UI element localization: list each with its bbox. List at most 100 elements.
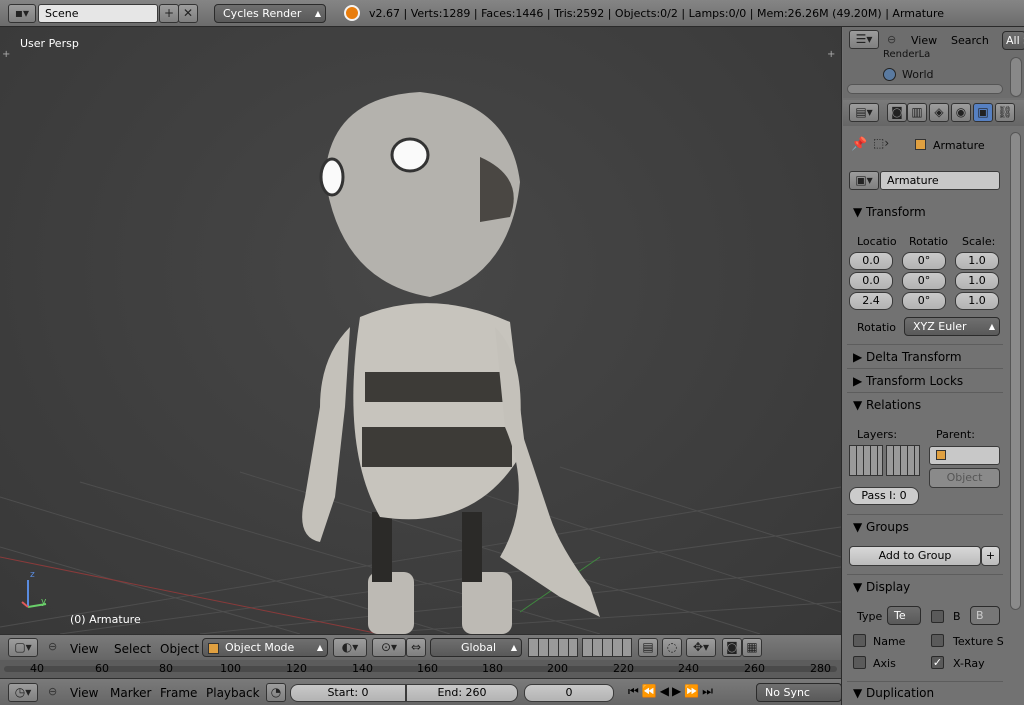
rotation-y-field[interactable]: 0° bbox=[902, 272, 946, 290]
location-z-field[interactable]: 2.4 bbox=[849, 292, 893, 310]
editor-type-button[interactable]: ▪▾ bbox=[8, 4, 36, 23]
scale-z-field[interactable]: 1.0 bbox=[955, 292, 999, 310]
menu-object[interactable]: Object bbox=[160, 642, 199, 656]
bounds-label: B bbox=[953, 610, 961, 623]
current-frame-field[interactable]: 0 bbox=[524, 684, 614, 702]
shading-button[interactable]: ◐▾ bbox=[333, 638, 367, 657]
rotation-mode-value: XYZ Euler bbox=[913, 320, 967, 333]
start-frame-field[interactable]: Start: 0 bbox=[290, 684, 406, 702]
display-type-dropdown[interactable]: Te bbox=[887, 606, 921, 625]
name-checkbox[interactable] bbox=[853, 634, 866, 647]
object-tab-icon[interactable]: ▣ bbox=[973, 103, 993, 122]
transform-header[interactable]: ▼ Transform bbox=[853, 205, 926, 219]
parent-type-dropdown[interactable]: Object bbox=[929, 468, 1000, 488]
playback-controls[interactable]: ⏮⏪◀▶⏩⏭ bbox=[628, 684, 748, 702]
object-layers-2[interactable] bbox=[886, 445, 920, 476]
add-to-group-button[interactable]: Add to Group bbox=[849, 546, 981, 566]
outliner-menu-view[interactable]: View bbox=[911, 34, 937, 47]
timeline-header: ◷▾ ⊖ View Marker Frame Playback ◔ Start:… bbox=[0, 678, 842, 705]
scene-tab-icon[interactable]: ◈ bbox=[929, 103, 949, 122]
constraints-tab-icon[interactable]: ⛓ bbox=[995, 103, 1015, 122]
duplication-header[interactable]: ▼ Duplication bbox=[853, 686, 934, 700]
outliner-menu-search[interactable]: Search bbox=[951, 34, 989, 47]
rotation-mode-label: Rotatio bbox=[857, 321, 897, 334]
viewport-scene bbox=[0, 92, 841, 634]
scale-x-field[interactable]: 1.0 bbox=[955, 252, 999, 270]
collapse-menu-icon[interactable]: ⊖ bbox=[887, 33, 896, 46]
region-plus-icon[interactable]: + bbox=[2, 49, 10, 60]
layer-buttons-1[interactable] bbox=[528, 638, 578, 657]
delta-transform-header[interactable]: ▶ Delta Transform bbox=[853, 350, 962, 364]
proportional-edit-icon[interactable]: ◌ bbox=[662, 638, 682, 657]
rotation-x-field[interactable]: 0° bbox=[902, 252, 946, 270]
render-engine-dropdown[interactable]: Cycles Render ▲ bbox=[214, 4, 326, 23]
menu-marker[interactable]: Marker bbox=[110, 686, 151, 700]
outliner-hscrollbar[interactable] bbox=[847, 84, 1003, 94]
scale-y-field[interactable]: 1.0 bbox=[955, 272, 999, 290]
pivot-button[interactable]: ⊙▾ bbox=[372, 638, 406, 657]
transform-locks-header[interactable]: ▶ Transform Locks bbox=[853, 374, 963, 388]
preview-range-icon[interactable]: ◔ bbox=[266, 683, 286, 702]
parent-label: Parent: bbox=[936, 428, 975, 441]
region-plus-icon-right[interactable]: + bbox=[827, 49, 835, 60]
timeline-ruler[interactable]: 40 60 80 100 120 140 160 180 200 220 240… bbox=[0, 660, 841, 678]
outliner-scrollbar[interactable] bbox=[1010, 57, 1022, 97]
pin-icon[interactable]: 📌 bbox=[851, 137, 867, 152]
axis-checkbox[interactable] bbox=[853, 656, 866, 669]
object-browse-button[interactable]: ▣▾ bbox=[849, 171, 879, 190]
layer-buttons-2[interactable] bbox=[582, 638, 632, 657]
world-tab-icon[interactable]: ◉ bbox=[951, 103, 971, 122]
editor-type-3d-button[interactable]: ▢▾ bbox=[8, 638, 38, 657]
menu-playback[interactable]: Playback bbox=[206, 686, 260, 700]
outliner-item-world[interactable]: World bbox=[902, 68, 934, 81]
add-scene-button[interactable]: + bbox=[159, 4, 179, 23]
outliner-filter-dropdown[interactable]: All S bbox=[1002, 31, 1024, 50]
location-x-field[interactable]: 0.0 bbox=[849, 252, 893, 270]
end-frame-field[interactable]: End: 260 bbox=[406, 684, 518, 702]
layers-tab-icon[interactable]: ▥ bbox=[907, 103, 927, 122]
divider bbox=[847, 392, 1003, 393]
3d-viewport[interactable]: User Persp + + z y (0) Armature bbox=[0, 27, 841, 634]
manipulator-toggle[interactable]: ⇔ bbox=[406, 638, 426, 657]
rotation-mode-dropdown[interactable]: XYZ Euler ▲ bbox=[904, 317, 1000, 336]
menu-select[interactable]: Select bbox=[114, 642, 151, 656]
collapse-menu-icon[interactable]: ⊖ bbox=[48, 685, 57, 698]
editor-type-props-button[interactable]: ▤▾ bbox=[849, 103, 879, 122]
bounds-checkbox[interactable] bbox=[931, 610, 944, 623]
render-camera-icon[interactable]: ◙ bbox=[722, 638, 742, 657]
outliner[interactable]: ☰▾ ⊖ View Search All S RenderLa World bbox=[843, 27, 1024, 98]
properties-scrollbar[interactable] bbox=[1010, 132, 1021, 610]
display-header[interactable]: ▼ Display bbox=[853, 580, 910, 594]
relations-header[interactable]: ▼ Relations bbox=[853, 398, 921, 412]
render-anim-icon[interactable]: ▦ bbox=[742, 638, 762, 657]
menu-view[interactable]: View bbox=[70, 686, 98, 700]
lock-layers-icon[interactable]: ▤ bbox=[638, 638, 658, 657]
rotation-z-field[interactable]: 0° bbox=[902, 292, 946, 310]
mode-dropdown[interactable]: Object Mode ▲ bbox=[202, 638, 328, 657]
object-layers-1[interactable] bbox=[849, 445, 883, 476]
close-scene-icon[interactable]: ✕ bbox=[178, 4, 198, 23]
editor-type-timeline-button[interactable]: ◷▾ bbox=[8, 683, 38, 702]
outliner-item-renderlayers[interactable]: RenderLa bbox=[883, 49, 930, 59]
menu-frame[interactable]: Frame bbox=[160, 686, 197, 700]
xray-checkbox[interactable]: ✓ bbox=[931, 656, 944, 669]
render-tab-icon[interactable]: ◙ bbox=[887, 103, 907, 122]
groups-header[interactable]: ▼ Groups bbox=[853, 520, 909, 534]
sync-dropdown[interactable]: No Sync bbox=[756, 683, 842, 702]
pass-index-field[interactable]: Pass I: 0 bbox=[849, 487, 919, 505]
location-y-field[interactable]: 0.0 bbox=[849, 272, 893, 290]
scene-field[interactable]: Scene bbox=[38, 4, 158, 23]
collapse-menu-icon[interactable]: ⊖ bbox=[48, 640, 57, 653]
snap-icon[interactable]: ✥▾ bbox=[686, 638, 716, 657]
texture-space-checkbox[interactable] bbox=[931, 634, 944, 647]
add-icon[interactable]: + bbox=[981, 546, 1000, 566]
tick-label: 160 bbox=[417, 662, 438, 675]
editor-type-outliner-button[interactable]: ☰▾ bbox=[849, 30, 879, 49]
orientation-dropdown[interactable]: Global ▲ bbox=[430, 638, 522, 657]
properties-header: ▤▾ ◙ ▥ ◈ ◉ ▣ ⛓ bbox=[843, 100, 1024, 126]
scale-label: Scale: bbox=[962, 235, 996, 248]
object-name-field[interactable]: Armature bbox=[880, 171, 1000, 190]
parent-field[interactable] bbox=[929, 446, 1000, 465]
menu-view[interactable]: View bbox=[70, 642, 98, 656]
bounds-type-dropdown[interactable]: B bbox=[970, 606, 1000, 625]
